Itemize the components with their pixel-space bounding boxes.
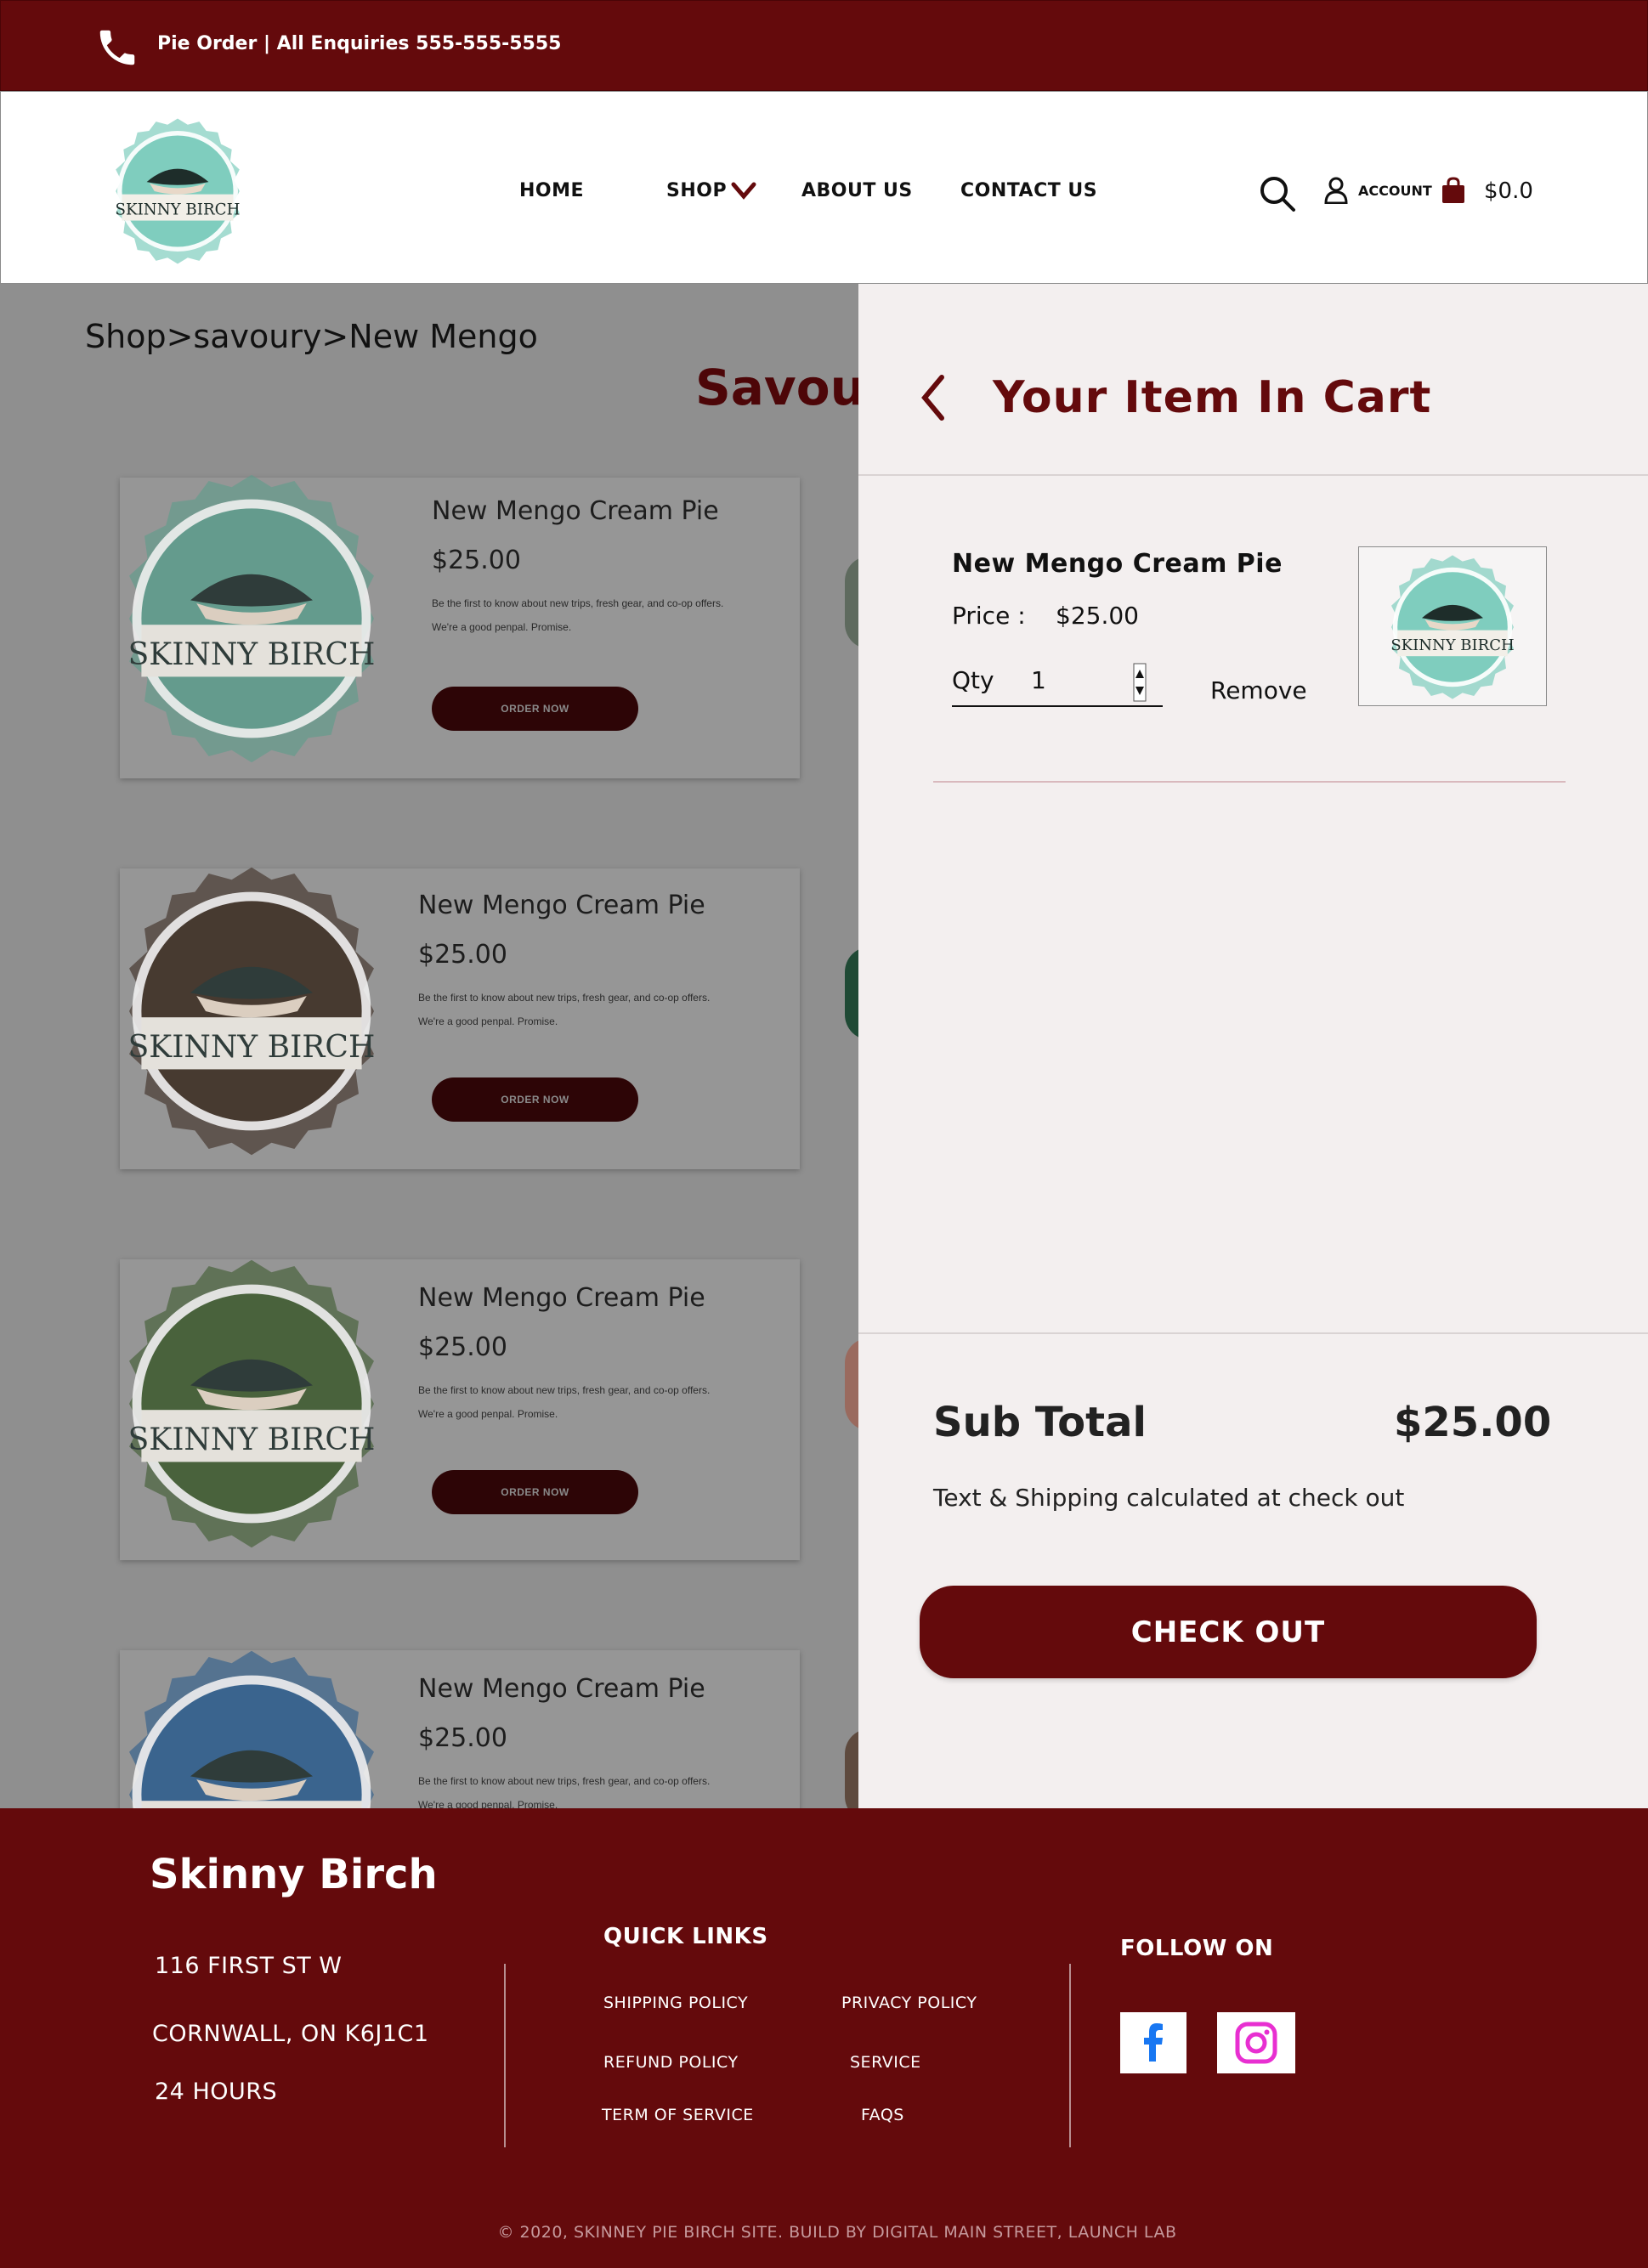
link-shipping-policy[interactable]: SHIPPING POLICY <box>603 1994 748 2012</box>
svg-text:SKINNY BIRCH: SKINNY BIRCH <box>1390 636 1514 654</box>
link-term-of-service[interactable]: TERM OF SERVICE <box>602 2106 754 2124</box>
product-description: Be the first to know about new trips, fr… <box>432 597 724 633</box>
cart-item-name: New Mengo Cream Pie <box>952 549 1283 579</box>
stepper-icon[interactable] <box>1133 663 1147 702</box>
product-image[interactable]: SKINNY BIRCH <box>99 858 405 1164</box>
cart-item-thumbnail: SKINNY BIRCH <box>1358 546 1547 706</box>
product-image-partial <box>845 947 858 1040</box>
product-description: Be the first to know about new trips, fr… <box>418 1384 711 1420</box>
top-bar: Pie Order | All Enquiries 555-555-5555 <box>0 0 1648 91</box>
phone-icon <box>99 30 135 65</box>
product-image-partial <box>845 1728 858 1808</box>
product-name[interactable]: New Mengo Cream Pie <box>432 496 719 526</box>
account-link[interactable]: ACCOUNT <box>1358 183 1432 199</box>
product-price: $25.00 <box>432 546 521 575</box>
product-name[interactable]: New Mengo Cream Pie <box>418 1283 705 1313</box>
shopping-bag-icon[interactable] <box>1441 177 1466 204</box>
remove-button[interactable]: Remove <box>1210 676 1307 704</box>
product-price: $25.00 <box>418 1723 507 1753</box>
link-refund-policy[interactable]: REFUND POLICY <box>603 2053 739 2072</box>
order-now-button[interactable]: ORDER NOW <box>432 687 638 731</box>
svg-text:SKINNY BIRCH: SKINNY BIRCH <box>128 637 376 672</box>
category-title: Savour <box>695 359 858 416</box>
product-price: $25.00 <box>418 940 507 970</box>
cart-item-price: $25.00 <box>1056 602 1139 630</box>
svg-text:SKINNY BIRCH: SKINNY BIRCH <box>128 1030 376 1065</box>
nav-about-us[interactable]: ABOUT US <box>801 180 913 201</box>
address-line-1: 116 FIRST ST W <box>155 1953 343 1979</box>
product-image[interactable]: SKINNY BIRCH <box>99 1642 405 1808</box>
site-footer: Skinny Birch 116 FIRST ST W CORNWALL, ON… <box>0 1808 1648 2268</box>
svg-text:SKINNY BIRCH: SKINNY BIRCH <box>116 201 241 218</box>
subtotal-value: $25.00 <box>1394 1399 1552 1446</box>
follow-title: FOLLOW ON <box>1120 1936 1274 1961</box>
nav-shop[interactable]: SHOP <box>666 180 727 201</box>
link-service[interactable]: SERVICE <box>850 2053 921 2072</box>
address-line-2: CORNWALL, ON K6J1C1 <box>152 2021 429 2047</box>
checkout-button[interactable]: CHECK OUT <box>920 1586 1537 1678</box>
order-now-button[interactable]: ORDER NOW <box>432 1077 638 1122</box>
site-logo[interactable]: SKINNY BIRCH <box>100 114 255 269</box>
quantity-underline <box>952 705 1163 707</box>
product-image-partial <box>845 556 858 649</box>
nav-contact-us[interactable]: CONTACT US <box>960 180 1097 201</box>
nav-home[interactable]: HOME <box>519 180 584 201</box>
cart-drawer: Your Item In Cart New Mengo Cream Pie Pr… <box>858 284 1648 1808</box>
footer-brand: Skinny Birch <box>150 1851 438 1898</box>
divider <box>1069 1964 1071 2147</box>
copyright: © 2020, SKINNEY PIE BIRCH SITE. BUILD BY… <box>497 2223 1177 2242</box>
product-image[interactable]: SKINNY BIRCH <box>99 1251 405 1557</box>
cart-title: Your Item In Cart <box>993 372 1432 423</box>
divider <box>858 1332 1648 1334</box>
quantity-input[interactable]: 1 <box>1031 666 1046 694</box>
product-image[interactable]: SKINNY BIRCH <box>99 466 405 772</box>
enquiries-text: Pie Order | All Enquiries 555-555-5555 <box>157 33 562 54</box>
cart-total[interactable]: $0.0 <box>1484 178 1533 204</box>
link-faqs[interactable]: FAQS <box>861 2106 904 2124</box>
price-label: Price : <box>952 602 1026 630</box>
facebook-icon[interactable] <box>1120 2012 1186 2073</box>
chevron-left-icon[interactable] <box>918 374 947 421</box>
user-icon[interactable] <box>1324 177 1348 204</box>
product-name[interactable]: New Mengo Cream Pie <box>418 891 705 920</box>
product-logo-image: SKINNY BIRCH <box>1390 551 1515 704</box>
instagram-icon[interactable] <box>1217 2012 1295 2073</box>
product-image-partial <box>845 1338 858 1431</box>
product-description: Be the first to know about new trips, fr… <box>418 1775 711 1808</box>
link-privacy-policy[interactable]: PRIVACY POLICY <box>841 1994 977 2012</box>
divider <box>504 1964 506 2147</box>
product-description: Be the first to know about new trips, fr… <box>418 992 711 1027</box>
hours: 24 HOURS <box>155 2079 278 2105</box>
quick-links-title: QUICK LINKS <box>603 1924 768 1949</box>
search-icon[interactable] <box>1258 174 1297 213</box>
product-listing: Shop>savoury>New Mengo Savour SKINNY BIR… <box>0 284 858 1808</box>
breadcrumb[interactable]: Shop>savoury>New Mengo <box>85 318 538 355</box>
divider <box>858 474 1648 476</box>
product-name[interactable]: New Mengo Cream Pie <box>418 1674 705 1704</box>
product-price: $25.00 <box>418 1332 507 1362</box>
order-now-button[interactable]: ORDER NOW <box>432 1470 638 1514</box>
shipping-note: Text & Shipping calculated at check out <box>933 1484 1405 1512</box>
qty-label: Qty <box>952 666 994 694</box>
subtotal-label: Sub Total <box>933 1399 1147 1446</box>
chevron-down-icon[interactable] <box>731 180 756 201</box>
divider <box>933 781 1566 783</box>
svg-text:SKINNY BIRCH: SKINNY BIRCH <box>128 1422 376 1457</box>
